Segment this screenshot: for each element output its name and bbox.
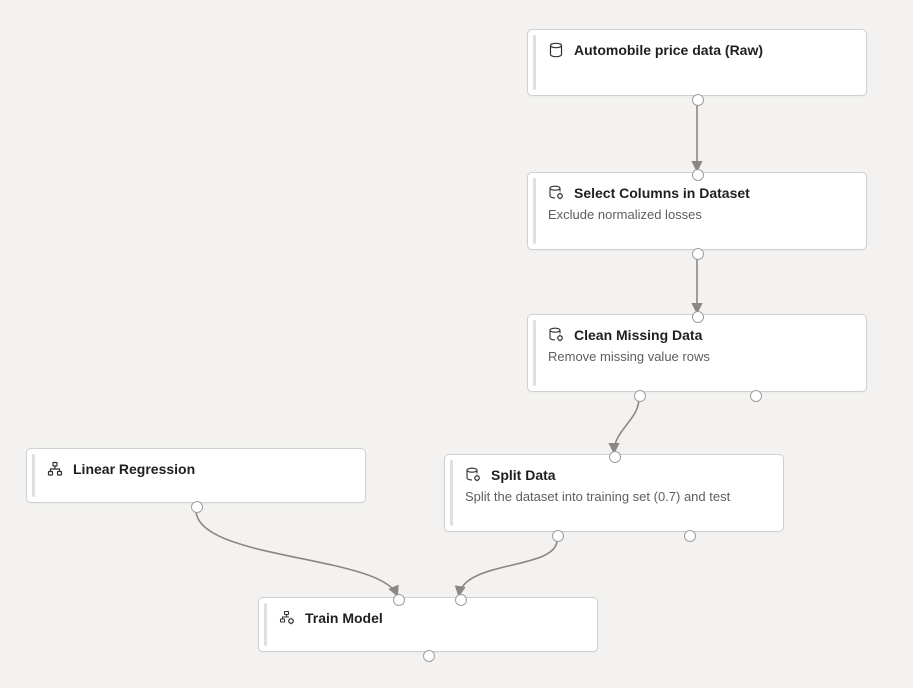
node-accent-strip: [32, 454, 35, 497]
node-select-columns[interactable]: Select Columns in Dataset Exclude normal…: [527, 172, 867, 250]
input-port[interactable]: [609, 451, 621, 463]
node-accent-strip: [533, 178, 536, 244]
node-accent-strip: [533, 320, 536, 386]
database-gear-icon: [548, 327, 564, 343]
node-split-data[interactable]: Split Data Split the dataset into traini…: [444, 454, 784, 532]
output-port-2[interactable]: [684, 530, 696, 542]
database-icon: [548, 42, 564, 58]
output-port-1[interactable]: [634, 390, 646, 402]
input-port-2[interactable]: [455, 594, 467, 606]
node-title: Automobile price data (Raw): [574, 42, 763, 58]
output-port-2[interactable]: [750, 390, 762, 402]
input-port[interactable]: [692, 311, 704, 323]
database-gear-icon: [465, 467, 481, 483]
node-accent-strip: [264, 603, 267, 646]
output-port[interactable]: [692, 248, 704, 260]
node-subtitle: Exclude normalized losses: [548, 207, 850, 222]
node-title: Select Columns in Dataset: [574, 185, 750, 201]
input-port[interactable]: [692, 169, 704, 181]
node-clean-missing-data[interactable]: Clean Missing Data Remove missing value …: [527, 314, 867, 392]
input-port-1[interactable]: [393, 594, 405, 606]
output-port[interactable]: [423, 650, 435, 662]
node-accent-strip: [450, 460, 453, 526]
node-subtitle: Remove missing value rows: [548, 349, 850, 364]
flow-icon: [47, 461, 63, 477]
node-train-model[interactable]: Train Model: [258, 597, 598, 652]
node-title: Split Data: [491, 467, 556, 483]
pipeline-canvas[interactable]: Automobile price data (Raw) Select Col: [0, 0, 913, 688]
node-accent-strip: [533, 35, 536, 90]
node-subtitle: Split the dataset into training set (0.7…: [465, 489, 767, 504]
output-port[interactable]: [191, 501, 203, 513]
output-port-1[interactable]: [552, 530, 564, 542]
output-port[interactable]: [692, 94, 704, 106]
node-title: Train Model: [305, 610, 383, 626]
database-gear-icon: [548, 185, 564, 201]
flow-gear-icon: [279, 610, 295, 626]
node-linear-regression[interactable]: Linear Regression: [26, 448, 366, 503]
node-title: Linear Regression: [73, 461, 195, 477]
node-automobile-price-data[interactable]: Automobile price data (Raw): [527, 29, 867, 96]
node-title: Clean Missing Data: [574, 327, 702, 343]
